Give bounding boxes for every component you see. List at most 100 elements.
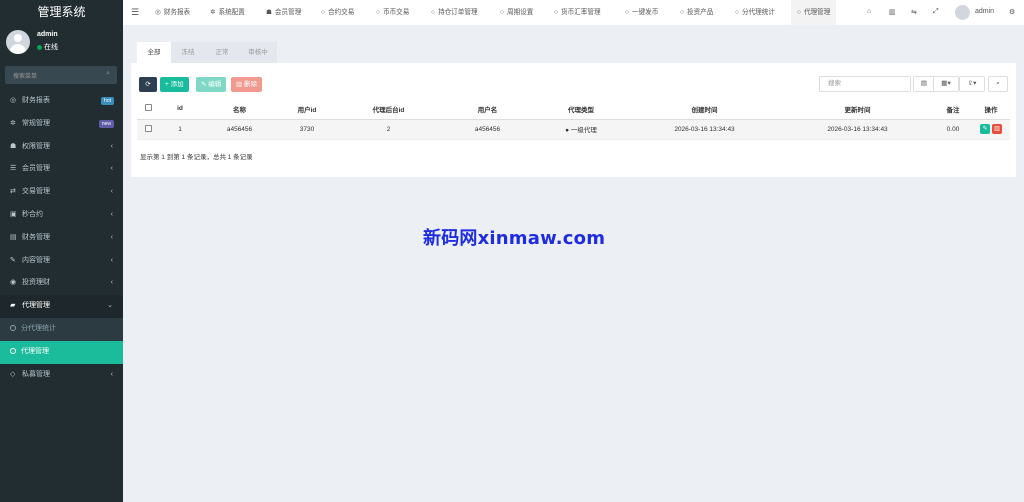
row-edit-button[interactable]: ✎ <box>980 124 991 134</box>
select-all-checkbox[interactable] <box>144 104 152 112</box>
delete-label: 删除 <box>243 81 257 88</box>
trash-icon[interactable]: ▥ <box>889 8 896 16</box>
top-username[interactable]: admin <box>975 8 994 15</box>
pagination-summary: 显示第 1 到第 1 条记录，总共 1 条记录 <box>140 154 253 161</box>
grid-icon: ▦▾ <box>941 80 951 87</box>
translate-icon[interactable]: ⇋ <box>911 8 917 16</box>
sidebar-item-private-fund[interactable]: ◇ 私募管理 ‹ <box>0 364 123 387</box>
tab-coin-trade[interactable]: ○ 币币交易 <box>376 0 409 25</box>
cogs-icon: ✲ <box>210 9 216 16</box>
tab-reviewing[interactable]: 审核中 <box>239 42 277 63</box>
sidebar-item-label: 投资理财 <box>22 279 50 287</box>
chevron-down-icon: ⌄ <box>107 302 113 310</box>
tab-positions[interactable]: ○ 持仓订单管理 <box>431 0 478 25</box>
row-checkbox[interactable] <box>144 124 152 132</box>
agent-list-panel: 全部 冻结 正常 审核中 ⟳ + 添加 ✎ 编辑 ▥ 删除 搜索 ▤ ▦▾ ⇪▾… <box>131 40 1016 177</box>
col-actions: 操作 <box>972 99 1010 120</box>
col-remark[interactable]: 备注 <box>934 99 972 120</box>
sidebar-item-trades[interactable]: ⇄ 交易管理 ‹ <box>0 181 123 204</box>
sidebar-item-finance-report[interactable]: ◎ 财务报表 hot <box>0 90 123 113</box>
fullscreen-icon[interactable]: ⤢ <box>933 8 939 16</box>
sidebar-item-agents[interactable]: ▰ 代理管理 ⌄ <box>0 295 123 318</box>
chevron-left-icon: ‹ <box>110 233 113 241</box>
search-icon[interactable]: ⌕ <box>106 70 110 78</box>
sidebar-item-investment[interactable]: ◉ 投资理财 ‹ <box>0 272 123 295</box>
col-created[interactable]: 创建时间 <box>628 99 781 120</box>
home-icon[interactable]: ⌂ <box>867 8 871 15</box>
export-dropdown[interactable]: ⇪▾ <box>959 76 985 92</box>
tab-issue-coin[interactable]: ○ 一键发币 <box>625 0 658 25</box>
col-id[interactable]: id <box>159 99 201 120</box>
sidebar-item-label: 财务报表 <box>22 97 50 104</box>
menu-toggle-icon[interactable]: ☰ <box>131 7 139 18</box>
sidebar-item-label: 财务管理 <box>22 233 50 241</box>
cell-username: a456456 <box>441 119 534 140</box>
circle-icon: ○ <box>431 9 435 16</box>
cell-name: a456456 <box>201 119 278 140</box>
circle-icon: ○ <box>735 9 739 16</box>
chevron-left-icon: ‹ <box>110 142 113 150</box>
add-label: 添加 <box>170 81 184 88</box>
table-icon: ▤ <box>920 80 928 87</box>
sidebar-item-general[interactable]: ✲ 常规管理 new <box>0 113 123 136</box>
tab-agent-manage[interactable]: ○ 代理管理 <box>791 0 837 25</box>
sidebar-item-second-contract[interactable]: ▣ 秒合约 ‹ <box>0 204 123 227</box>
sidebar-item-label: 会员管理 <box>22 165 50 173</box>
watermark-text: 新码网xinmaw.com <box>423 228 606 249</box>
tab-period-settings[interactable]: ○ 周期设置 <box>500 0 533 25</box>
circle-icon: ○ <box>554 9 558 16</box>
circle-icon: ○ <box>321 9 325 16</box>
sidebar-subitem-agent-manage[interactable]: 代理管理 <box>0 340 123 364</box>
col-updated[interactable]: 更新时间 <box>781 99 934 120</box>
tab-normal[interactable]: 正常 <box>205 42 239 63</box>
col-name[interactable]: 名称 <box>201 99 278 120</box>
row-delete-button[interactable]: ▥ <box>991 124 1002 134</box>
menu-search-input[interactable]: 搜索菜单 ⌕ <box>5 66 117 84</box>
tab-system-config[interactable]: ✲ 系统配置 <box>210 0 245 25</box>
tab-label: 一键发币 <box>631 9 659 16</box>
tab-frozen[interactable]: 冻结 <box>171 42 205 63</box>
refresh-icon: ⟳ <box>145 81 151 88</box>
sidebar-item-permissions[interactable]: ☗ 权限管理 ‹ <box>0 136 123 159</box>
table-search-input[interactable]: 搜索 <box>819 76 911 92</box>
toggle-view-button[interactable]: ▤ <box>913 76 935 92</box>
gear-icon[interactable]: ⚙ <box>1009 8 1015 16</box>
sidebar-item-label: 交易管理 <box>22 188 50 196</box>
columns-dropdown[interactable]: ▦▾ <box>933 76 959 92</box>
tab-finance-report[interactable]: ◎ 财务报表 <box>155 0 190 25</box>
user-status: 在线 <box>37 42 58 52</box>
col-agent-admin-id[interactable]: 代理后台id <box>336 99 441 120</box>
row-select-cell <box>137 119 159 140</box>
new-badge: new <box>98 119 114 128</box>
col-agent-type[interactable]: 代理类型 <box>534 99 628 120</box>
tab-members[interactable]: ☗ 会员管理 <box>266 0 301 25</box>
sidebar-item-content[interactable]: ✎ 内容管理 ‹ <box>0 250 123 273</box>
tab-invest-products[interactable]: ○ 投资产品 <box>680 0 713 25</box>
pencil-icon: ✎ <box>982 126 988 132</box>
list-icon: ☰ <box>10 165 17 173</box>
delete-button[interactable]: ▥ 删除 <box>231 77 262 92</box>
circle-icon: ○ <box>797 9 801 16</box>
col-username[interactable]: 用户名 <box>441 99 534 120</box>
tab-label: 合约交易 <box>327 9 355 16</box>
tab-label: 财务报表 <box>163 9 191 16</box>
col-user-id[interactable]: 用户id <box>278 99 336 120</box>
sidebar-item-members[interactable]: ☰ 会员管理 ‹ <box>0 158 123 181</box>
sidebar-subitem-agent-stats[interactable]: 分代理统计 <box>0 317 123 341</box>
agent-table: id 名称 用户id 代理后台id 用户名 代理类型 创建时间 更新时间 备注 … <box>137 99 1010 140</box>
calendar-icon: ▣ <box>10 210 17 218</box>
tab-exchange-rates[interactable]: ○ 货币汇率管理 <box>554 0 601 25</box>
sidebar-item-label: 权限管理 <box>22 142 50 150</box>
tab-all[interactable]: 全部 <box>137 42 171 63</box>
advanced-search-button[interactable]: ⌕ <box>988 76 1008 92</box>
trash-icon: ▥ <box>994 126 1000 132</box>
add-button[interactable]: + 添加 <box>160 77 189 92</box>
brand-title: 管理系统 <box>0 0 123 25</box>
refresh-button[interactable]: ⟳ <box>139 77 157 92</box>
tab-contract-trade[interactable]: ○ 合约交易 <box>321 0 354 25</box>
sidebar-item-finance[interactable]: ▤ 财务管理 ‹ <box>0 227 123 250</box>
top-avatar[interactable] <box>955 5 970 20</box>
edit-button[interactable]: ✎ 编辑 <box>196 77 227 92</box>
tab-agent-stats[interactable]: ○ 分代理统计 <box>735 0 775 25</box>
tab-label: 投资产品 <box>686 9 714 16</box>
